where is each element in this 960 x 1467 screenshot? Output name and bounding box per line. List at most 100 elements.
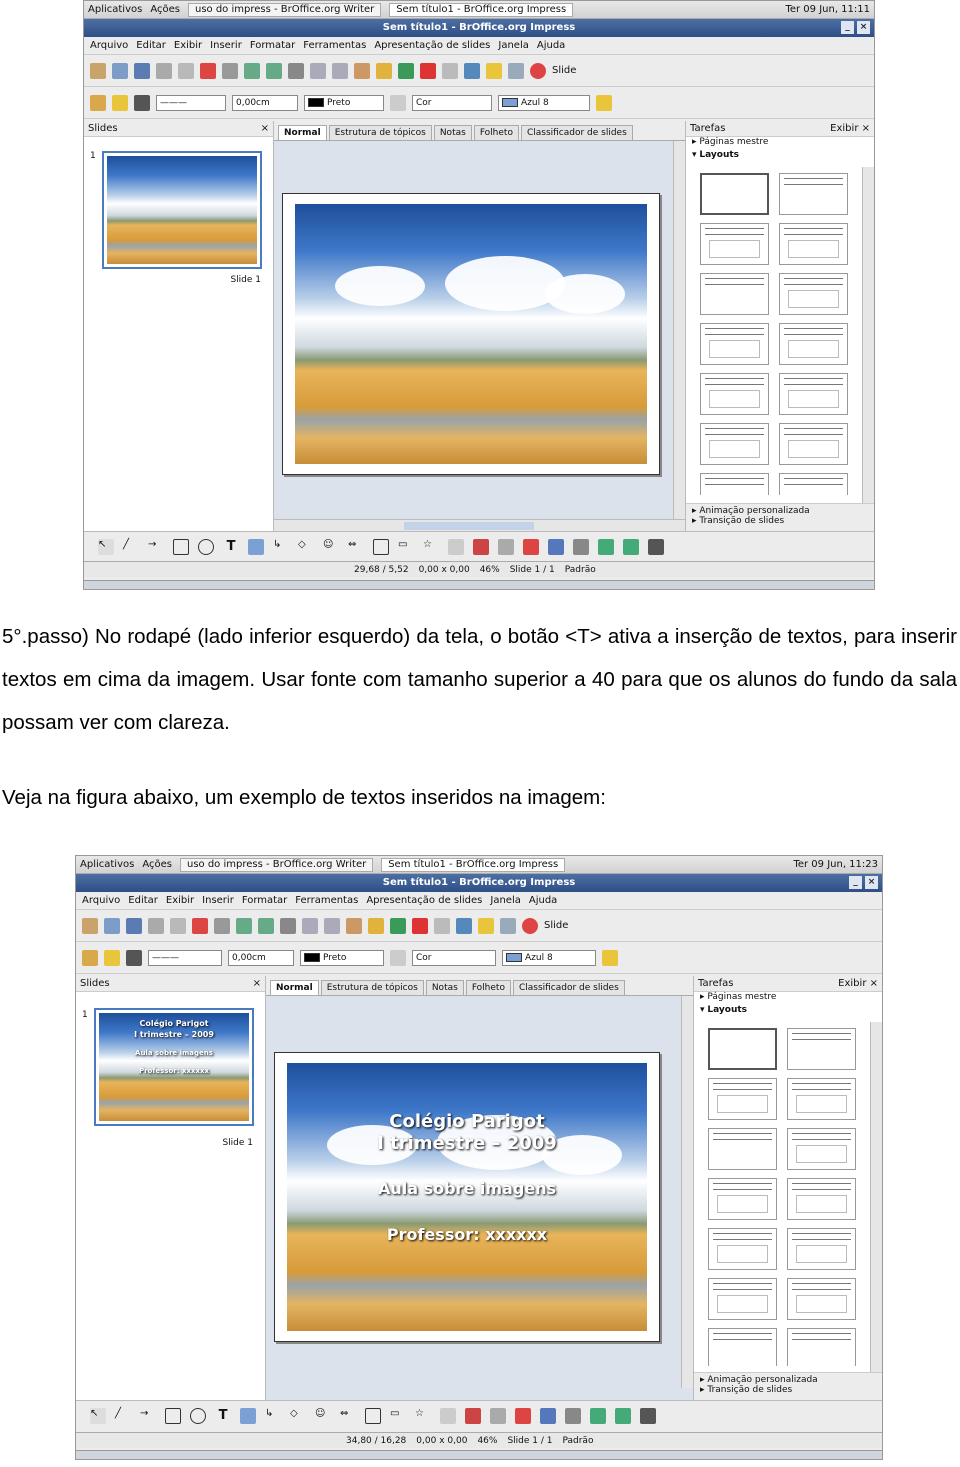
- status-zoom[interactable]: 46%: [477, 1436, 497, 1446]
- menu-item[interactable]: Exibir: [166, 895, 194, 906]
- layout-option[interactable]: [779, 373, 848, 415]
- rectangle-icon[interactable]: [165, 1407, 181, 1424]
- tab-normal[interactable]: Normal: [278, 125, 327, 140]
- menu-item[interactable]: Inserir: [202, 895, 234, 906]
- tab-handout[interactable]: Folheto: [473, 125, 519, 140]
- menu-item[interactable]: Janela: [498, 40, 528, 51]
- extrusion-icon[interactable]: [573, 538, 589, 555]
- table-icon[interactable]: [434, 917, 450, 934]
- stars-icon[interactable]: ☆: [423, 539, 439, 555]
- area-icon[interactable]: [390, 94, 406, 111]
- line-style-select[interactable]: ———: [148, 949, 222, 966]
- slide-thumbnail[interactable]: [102, 151, 262, 269]
- basic-shapes-icon[interactable]: ◇: [298, 539, 314, 555]
- layout-option[interactable]: [708, 1228, 777, 1270]
- basic-shapes-icon[interactable]: ◇: [290, 1408, 306, 1424]
- email-icon[interactable]: [148, 917, 164, 934]
- menu-item[interactable]: Ferramentas: [303, 40, 366, 51]
- scroll-thumb[interactable]: [404, 522, 534, 530]
- layout-option[interactable]: [708, 1328, 777, 1366]
- print-icon[interactable]: [214, 917, 230, 934]
- layout-option[interactable]: [700, 223, 769, 265]
- points-icon[interactable]: [448, 538, 464, 555]
- line-color-select[interactable]: Preto: [300, 949, 384, 966]
- layout-option[interactable]: [700, 373, 769, 415]
- from-file-icon[interactable]: [523, 538, 539, 555]
- layout-option[interactable]: [787, 1128, 856, 1170]
- layout-option[interactable]: [708, 1128, 777, 1170]
- layout-option[interactable]: [779, 473, 848, 495]
- autospell-icon[interactable]: [258, 917, 274, 934]
- tab-outline[interactable]: Estrutura de tópicos: [328, 125, 432, 140]
- fontwork-icon[interactable]: [490, 1407, 506, 1424]
- arrow-line-icon[interactable]: →: [148, 539, 164, 555]
- layout-option[interactable]: [779, 423, 848, 465]
- cut-icon[interactable]: [280, 917, 296, 934]
- layout-option[interactable]: [787, 1028, 856, 1070]
- open-icon[interactable]: [112, 62, 128, 79]
- zoom-icon[interactable]: [500, 917, 516, 934]
- tab-notes[interactable]: Notas: [433, 125, 472, 140]
- vertical-scrollbar[interactable]: [870, 1022, 882, 1372]
- rectangle-icon[interactable]: [173, 538, 189, 555]
- fontwork-icon[interactable]: [498, 538, 514, 555]
- close-icon[interactable]: ×: [253, 978, 261, 989]
- tab-notes[interactable]: Notas: [425, 980, 464, 995]
- line-tool-icon[interactable]: ╱: [123, 539, 139, 555]
- navigator-icon[interactable]: [456, 917, 472, 934]
- align-icon[interactable]: [598, 538, 614, 555]
- text-tool-icon[interactable]: T: [223, 539, 239, 555]
- flowchart-icon[interactable]: [373, 538, 389, 555]
- arrow-style-icon[interactable]: [126, 949, 142, 966]
- navigator-icon[interactable]: [464, 62, 480, 79]
- menu-item[interactable]: Arquivo: [90, 40, 128, 51]
- line-width-field[interactable]: 0,00cm: [228, 949, 294, 966]
- points-icon[interactable]: [440, 1407, 456, 1424]
- layout-option[interactable]: [787, 1278, 856, 1320]
- layout-option[interactable]: [700, 323, 769, 365]
- save-icon[interactable]: [126, 917, 142, 934]
- slide-canvas[interactable]: Colégio Parigot I trimestre – 2009 Aula …: [274, 1052, 660, 1342]
- slide-text-school[interactable]: Colégio Parigot: [287, 1111, 647, 1132]
- arrow-line-icon[interactable]: →: [140, 1408, 156, 1424]
- fill-mode-select[interactable]: Cor: [412, 94, 492, 111]
- shadow-icon[interactable]: [596, 94, 612, 111]
- styles-icon[interactable]: [82, 949, 98, 966]
- curve-icon[interactable]: [240, 1407, 256, 1424]
- menu-item[interactable]: Formatar: [242, 895, 287, 906]
- symbol-shapes-icon[interactable]: ☺: [323, 539, 339, 555]
- menu-item[interactable]: Apresentação de slides: [366, 895, 482, 906]
- layout-option[interactable]: [787, 1228, 856, 1270]
- menu-item[interactable]: Janela: [490, 895, 520, 906]
- help-icon[interactable]: [530, 62, 546, 79]
- close-icon[interactable]: ×: [261, 123, 269, 134]
- view-menu[interactable]: Exibir: [838, 978, 866, 989]
- fill-color-select[interactable]: Azul 8: [502, 949, 596, 966]
- print-icon[interactable]: [222, 62, 238, 79]
- slide-transition-section[interactable]: ▸ Transição de slides: [700, 1385, 876, 1395]
- styles-icon[interactable]: [90, 94, 106, 111]
- pdf-icon[interactable]: [200, 62, 216, 79]
- zoom-icon[interactable]: [508, 62, 524, 79]
- slide-text-term[interactable]: I trimestre – 2009: [287, 1133, 647, 1154]
- ellipse-icon[interactable]: [198, 538, 214, 555]
- menu-item[interactable]: Inserir: [210, 40, 242, 51]
- layout-option[interactable]: [708, 1078, 777, 1120]
- block-arrows-icon[interactable]: ⇔: [348, 539, 364, 555]
- slide-text-topic[interactable]: Aula sobre imagens: [287, 1179, 647, 1198]
- glue-points-icon[interactable]: [473, 538, 489, 555]
- layout-option[interactable]: [787, 1178, 856, 1220]
- open-icon[interactable]: [104, 917, 120, 934]
- line-icon[interactable]: [112, 94, 128, 111]
- callouts-icon[interactable]: ▭: [398, 539, 414, 555]
- arrange-icon[interactable]: [623, 538, 639, 555]
- connector-icon[interactable]: ↳: [265, 1408, 281, 1424]
- line-style-select[interactable]: ———: [156, 94, 226, 111]
- slide-transition-section[interactable]: ▸ Transição de slides: [692, 516, 868, 526]
- layout-option[interactable]: [779, 173, 848, 215]
- close-icon[interactable]: ×: [857, 21, 870, 34]
- slide-image[interactable]: Colégio Parigot I trimestre – 2009 Aula …: [287, 1063, 647, 1331]
- chart-icon[interactable]: [412, 917, 428, 934]
- callouts-icon[interactable]: ▭: [390, 1408, 406, 1424]
- line-tool-icon[interactable]: ╱: [115, 1408, 131, 1424]
